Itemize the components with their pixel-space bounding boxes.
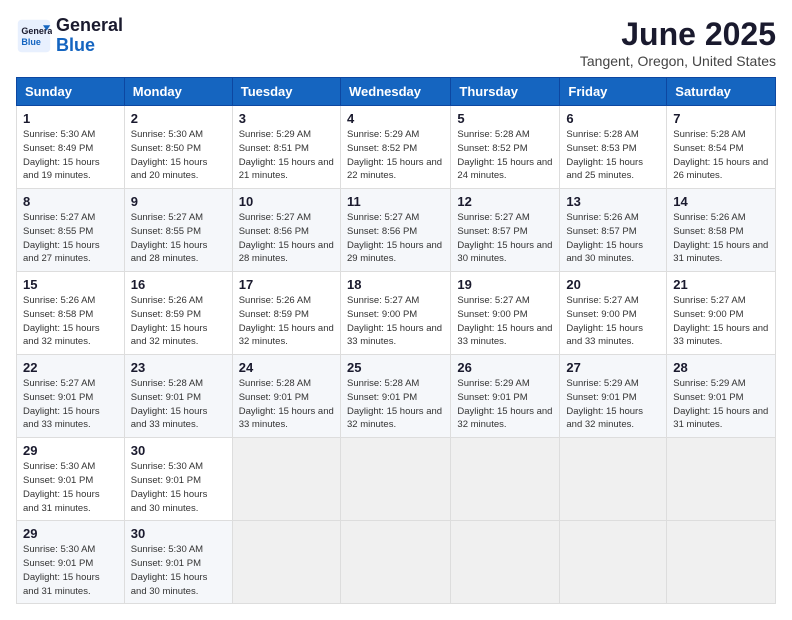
calendar-day-27: 27Sunrise: 5:29 AMSunset: 9:01 PMDayligh… xyxy=(560,355,667,438)
calendar-week-5: 29Sunrise: 5:30 AMSunset: 9:01 PMDayligh… xyxy=(17,438,776,521)
calendar-day-20: 20Sunrise: 5:27 AMSunset: 9:00 PMDayligh… xyxy=(560,272,667,355)
calendar-day-30: 30Sunrise: 5:30 AMSunset: 9:01 PMDayligh… xyxy=(124,438,232,521)
calendar-day-17: 17Sunrise: 5:26 AMSunset: 8:59 PMDayligh… xyxy=(232,272,340,355)
calendar: SundayMondayTuesdayWednesdayThursdayFrid… xyxy=(16,77,776,604)
calendar-day-3: 3Sunrise: 5:29 AMSunset: 8:51 PMDaylight… xyxy=(232,106,340,189)
calendar-day-28: 28Sunrise: 5:29 AMSunset: 9:01 PMDayligh… xyxy=(667,355,776,438)
calendar-day-18: 18Sunrise: 5:27 AMSunset: 9:00 PMDayligh… xyxy=(340,272,450,355)
weekday-header-saturday: Saturday xyxy=(667,78,776,106)
calendar-day-10: 10Sunrise: 5:27 AMSunset: 8:56 PMDayligh… xyxy=(232,189,340,272)
calendar-day-21: 21Sunrise: 5:27 AMSunset: 9:00 PMDayligh… xyxy=(667,272,776,355)
calendar-week-4: 22Sunrise: 5:27 AMSunset: 9:01 PMDayligh… xyxy=(17,355,776,438)
calendar-day-16: 16Sunrise: 5:26 AMSunset: 8:59 PMDayligh… xyxy=(124,272,232,355)
weekday-header-monday: Monday xyxy=(124,78,232,106)
calendar-empty-cell xyxy=(451,521,560,604)
calendar-empty-cell xyxy=(232,438,340,521)
weekday-header-wednesday: Wednesday xyxy=(340,78,450,106)
weekday-header-friday: Friday xyxy=(560,78,667,106)
calendar-day-29: 29Sunrise: 5:30 AMSunset: 9:01 PMDayligh… xyxy=(17,521,125,604)
calendar-day-4: 4Sunrise: 5:29 AMSunset: 8:52 PMDaylight… xyxy=(340,106,450,189)
logo: General Blue General Blue xyxy=(16,16,123,56)
calendar-empty-cell xyxy=(451,438,560,521)
month-title: June 2025 xyxy=(580,16,776,53)
calendar-day-24: 24Sunrise: 5:28 AMSunset: 9:01 PMDayligh… xyxy=(232,355,340,438)
title-section: June 2025 Tangent, Oregon, United States xyxy=(580,16,776,69)
calendar-day-14: 14Sunrise: 5:26 AMSunset: 8:58 PMDayligh… xyxy=(667,189,776,272)
calendar-day-13: 13Sunrise: 5:26 AMSunset: 8:57 PMDayligh… xyxy=(560,189,667,272)
logo-icon: General Blue xyxy=(16,18,52,54)
logo-text: General Blue xyxy=(56,16,123,56)
calendar-week-2: 8Sunrise: 5:27 AMSunset: 8:55 PMDaylight… xyxy=(17,189,776,272)
calendar-day-5: 5Sunrise: 5:28 AMSunset: 8:52 PMDaylight… xyxy=(451,106,560,189)
calendar-empty-cell xyxy=(560,521,667,604)
calendar-empty-cell xyxy=(560,438,667,521)
calendar-empty-cell xyxy=(340,438,450,521)
weekday-header-tuesday: Tuesday xyxy=(232,78,340,106)
weekday-header-row: SundayMondayTuesdayWednesdayThursdayFrid… xyxy=(17,78,776,106)
calendar-day-22: 22Sunrise: 5:27 AMSunset: 9:01 PMDayligh… xyxy=(17,355,125,438)
calendar-week-6: 29Sunrise: 5:30 AMSunset: 9:01 PMDayligh… xyxy=(17,521,776,604)
page-header: General Blue General Blue June 2025 Tang… xyxy=(16,16,776,69)
weekday-header-sunday: Sunday xyxy=(17,78,125,106)
svg-text:Blue: Blue xyxy=(21,37,41,47)
calendar-day-8: 8Sunrise: 5:27 AMSunset: 8:55 PMDaylight… xyxy=(17,189,125,272)
calendar-day-2: 2Sunrise: 5:30 AMSunset: 8:50 PMDaylight… xyxy=(124,106,232,189)
calendar-day-25: 25Sunrise: 5:28 AMSunset: 9:01 PMDayligh… xyxy=(340,355,450,438)
calendar-empty-cell xyxy=(667,521,776,604)
calendar-empty-cell xyxy=(340,521,450,604)
calendar-day-15: 15Sunrise: 5:26 AMSunset: 8:58 PMDayligh… xyxy=(17,272,125,355)
calendar-day-30: 30Sunrise: 5:30 AMSunset: 9:01 PMDayligh… xyxy=(124,521,232,604)
calendar-day-26: 26Sunrise: 5:29 AMSunset: 9:01 PMDayligh… xyxy=(451,355,560,438)
calendar-day-12: 12Sunrise: 5:27 AMSunset: 8:57 PMDayligh… xyxy=(451,189,560,272)
calendar-day-19: 19Sunrise: 5:27 AMSunset: 9:00 PMDayligh… xyxy=(451,272,560,355)
calendar-day-11: 11Sunrise: 5:27 AMSunset: 8:56 PMDayligh… xyxy=(340,189,450,272)
weekday-header-thursday: Thursday xyxy=(451,78,560,106)
location: Tangent, Oregon, United States xyxy=(580,53,776,69)
calendar-day-23: 23Sunrise: 5:28 AMSunset: 9:01 PMDayligh… xyxy=(124,355,232,438)
calendar-week-1: 1Sunrise: 5:30 AMSunset: 8:49 PMDaylight… xyxy=(17,106,776,189)
calendar-day-7: 7Sunrise: 5:28 AMSunset: 8:54 PMDaylight… xyxy=(667,106,776,189)
calendar-day-9: 9Sunrise: 5:27 AMSunset: 8:55 PMDaylight… xyxy=(124,189,232,272)
calendar-empty-cell xyxy=(232,521,340,604)
calendar-empty-cell xyxy=(667,438,776,521)
calendar-week-3: 15Sunrise: 5:26 AMSunset: 8:58 PMDayligh… xyxy=(17,272,776,355)
calendar-day-6: 6Sunrise: 5:28 AMSunset: 8:53 PMDaylight… xyxy=(560,106,667,189)
calendar-day-29: 29Sunrise: 5:30 AMSunset: 9:01 PMDayligh… xyxy=(17,438,125,521)
calendar-day-1: 1Sunrise: 5:30 AMSunset: 8:49 PMDaylight… xyxy=(17,106,125,189)
